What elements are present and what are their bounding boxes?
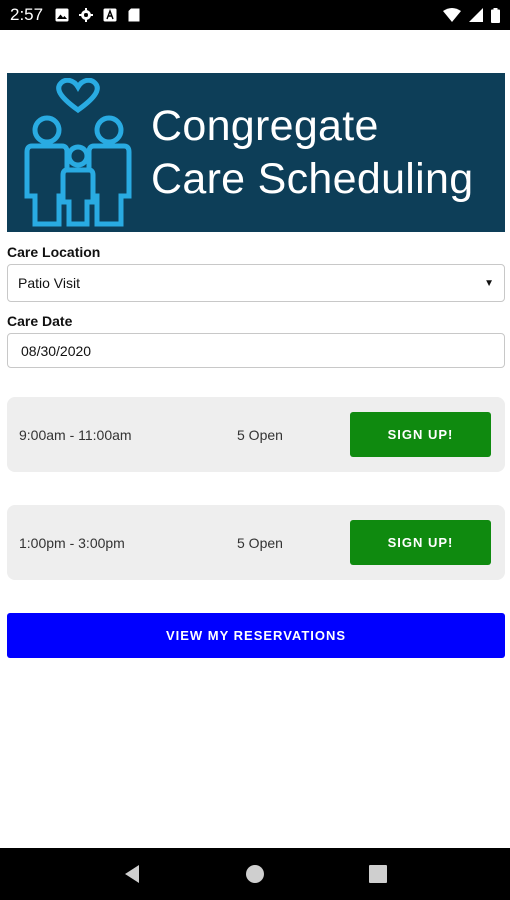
view-my-reservations-button[interactable]: VIEW MY RESERVATIONS — [7, 613, 505, 658]
font-icon — [103, 8, 117, 22]
slot-open-count: 5 Open — [237, 426, 283, 443]
sd-card-icon — [128, 8, 140, 22]
slot-time: 9:00am - 11:00am — [19, 426, 132, 443]
time-slot-card: 1:00pm - 3:00pm 5 Open SIGN UP! — [7, 505, 505, 580]
care-location-value: Patio Visit — [18, 275, 80, 291]
notification-icons — [55, 8, 141, 22]
status-time: 2:57 — [10, 5, 44, 24]
battery-icon — [491, 7, 500, 23]
status-bar: 2:57 — [0, 0, 510, 30]
slot-open-count: 5 Open — [237, 534, 283, 551]
care-date-input[interactable] — [7, 333, 505, 368]
home-icon — [245, 865, 264, 883]
sign-up-button[interactable]: SIGN UP! — [350, 520, 491, 565]
gear-icon — [79, 8, 94, 22]
banner-title: Congregate Care Scheduling — [151, 100, 473, 206]
system-icons — [443, 7, 500, 23]
navigation-bar — [0, 848, 510, 900]
app-banner: Congregate Care Scheduling — [7, 73, 505, 232]
banner-title-line2: Care Scheduling — [151, 154, 474, 203]
sign-up-button[interactable]: SIGN UP! — [350, 412, 491, 457]
care-date-label: Care Date — [7, 313, 73, 329]
back-button[interactable] — [112, 854, 152, 894]
wifi-icon — [443, 8, 461, 22]
time-slot-card: 9:00am - 11:00am 5 Open SIGN UP! — [7, 397, 505, 472]
family-heart-logo — [24, 77, 132, 226]
care-location-select[interactable]: Patio Visit ▼ — [7, 264, 505, 302]
recents-button[interactable] — [358, 854, 398, 894]
care-location-label: Care Location — [7, 244, 101, 260]
banner-title-line1: Congregate — [151, 101, 379, 150]
slot-time: 1:00pm - 3:00pm — [19, 534, 125, 551]
image-icon — [55, 8, 69, 22]
signal-icon — [469, 8, 483, 22]
recents-icon — [369, 865, 388, 883]
dropdown-arrow-icon: ▼ — [484, 277, 494, 289]
back-icon — [124, 865, 139, 883]
home-button[interactable] — [235, 854, 275, 894]
